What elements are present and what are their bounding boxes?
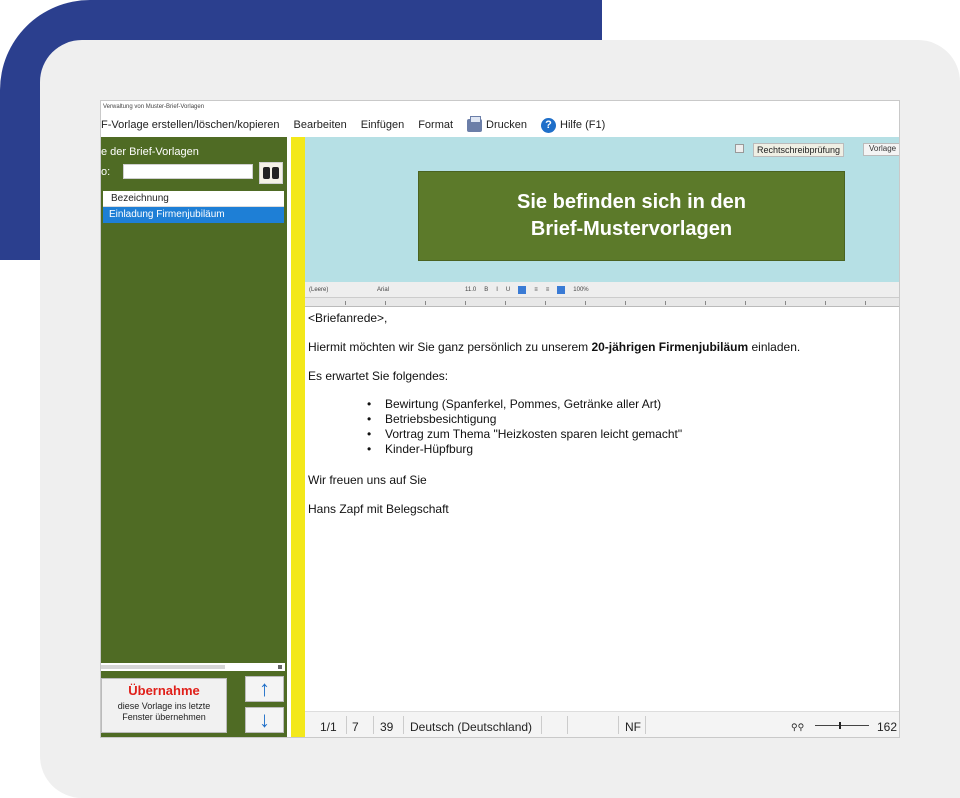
align-right-icon[interactable]: ≡ [546,287,550,293]
list-item: Bewirtung (Spanferkel, Pommes, Getränke … [367,397,682,412]
menu-hilfe-label: Hilfe (F1) [560,119,606,131]
doc-bullet-list: Bewirtung (Spanferkel, Pommes, Getränke … [367,397,682,457]
help-icon: ? [541,117,557,133]
apply-text-1: diese Vorlage ins letzte [117,701,211,711]
status-bar: 1/1 7 39 Deutsch (Deutschland) NF ⚲⚲ 162 [305,711,899,737]
horizontal-scrollbar[interactable] [101,663,285,671]
doc-expect: Es erwartet Sie folgendes: [308,369,449,383]
banner-line-2: Brief-Mustervorlagen [530,218,733,240]
list-item: Betriebsbesichtigung [367,412,682,427]
menu-drucken-label: Drucken [486,119,528,131]
list-column-header[interactable]: Bezeichnung [103,191,284,207]
status-language[interactable]: Deutsch (Deutschland) [410,720,532,734]
app-window: Verwaltung von Muster-Brief-Vorlagen F-V… [100,100,900,738]
page-frame: Verwaltung von Muster-Brief-Vorlagen F-V… [0,0,960,798]
apply-title: Übernahme [128,683,200,698]
search-label: o: [101,166,111,178]
banner: Sie befinden sich in den Brief-Mustervor… [418,171,845,261]
list-item: Kinder-Hüpfburg [367,442,682,457]
window-title: Verwaltung von Muster-Brief-Vorlagen [101,101,899,113]
menu-format[interactable]: Format [418,119,453,131]
bullet-list-icon[interactable] [557,285,566,294]
status-chars: 39 [380,720,394,734]
font-select[interactable]: Arial [377,287,457,293]
menu-bearbeiten[interactable]: Bearbeiten [294,119,347,131]
zoom-slider[interactable] [815,722,869,729]
move-down-button[interactable]: ↓ [245,707,284,733]
doc-salutation: <Briefanrede>, [308,311,388,325]
banner-area: Rechtschreibprüfung Vorlage Sie befinden… [305,137,899,282]
zoom-icons: ⚲⚲ [791,722,805,732]
status-words: 7 [352,720,359,734]
binoculars-search-icon[interactable] [259,162,283,184]
document-body[interactable]: <Briefanrede>, Hiermit möchten wir Sie g… [305,307,899,711]
banner-line-1: Sie befinden sich in den [517,191,746,213]
search-input[interactable] [123,164,253,179]
list-item-selected[interactable]: Einladung Firmenjubiläum [103,207,284,223]
menu-hilfe[interactable]: ? Hilfe (F1) [541,117,606,133]
list-item: Vortrag zum Thema "Heizkosten sparen lei… [367,427,682,442]
doc-signature: Hans Zapf mit Belegschaft [308,502,449,516]
zoom-select[interactable]: 100% [573,287,588,293]
italic-icon[interactable]: I [496,287,498,293]
spellcheck-label: Rechtschreibprüfung [753,143,845,157]
apply-template-button[interactable]: Übernahme diese Vorlage ins letzte Fenst… [101,678,227,733]
panel-title: e der Brief-Vorlagen [101,146,199,158]
format-toolbar: (Leere) Arial 11.0 B I U ≡ ≡ 100% [305,282,899,298]
style-select[interactable]: (Leere) [309,287,369,293]
size-select[interactable]: 11.0 [465,287,476,293]
menu-bar: F-Vorlage erstellen/löschen/kopieren Bea… [101,113,899,137]
spellcheck-checkbox[interactable] [735,144,744,153]
menu-einfuegen[interactable]: Einfügen [361,119,404,131]
template-list-panel: e der Brief-Vorlagen o: Bezeichnung Einl… [101,137,287,737]
status-page: 1/1 [320,720,337,734]
doc-intro: Hiermit möchten wir Sie ganz persönlich … [308,340,801,354]
status-mode: NF [625,720,641,734]
menu-vorlage[interactable]: F-Vorlage erstellen/löschen/kopieren [101,119,280,131]
align-left-icon[interactable] [518,285,527,294]
yellow-divider [291,137,305,737]
doc-closing: Wir freuen uns auf Sie [308,473,427,487]
align-center-icon[interactable]: ≡ [534,287,538,293]
editor-panel: Rechtschreibprüfung Vorlage Sie befinden… [305,137,899,737]
bold-icon[interactable]: B [484,287,488,293]
move-up-button[interactable]: ↑ [245,676,284,702]
printer-icon [467,115,483,132]
underline-icon[interactable]: U [506,287,510,293]
menu-drucken[interactable]: Drucken [467,115,528,132]
ruler [305,298,899,307]
status-zoom: 162 [877,720,898,734]
apply-text-2: Fenster übernehmen [122,712,206,722]
vorlage-button[interactable]: Vorlage [863,143,899,156]
